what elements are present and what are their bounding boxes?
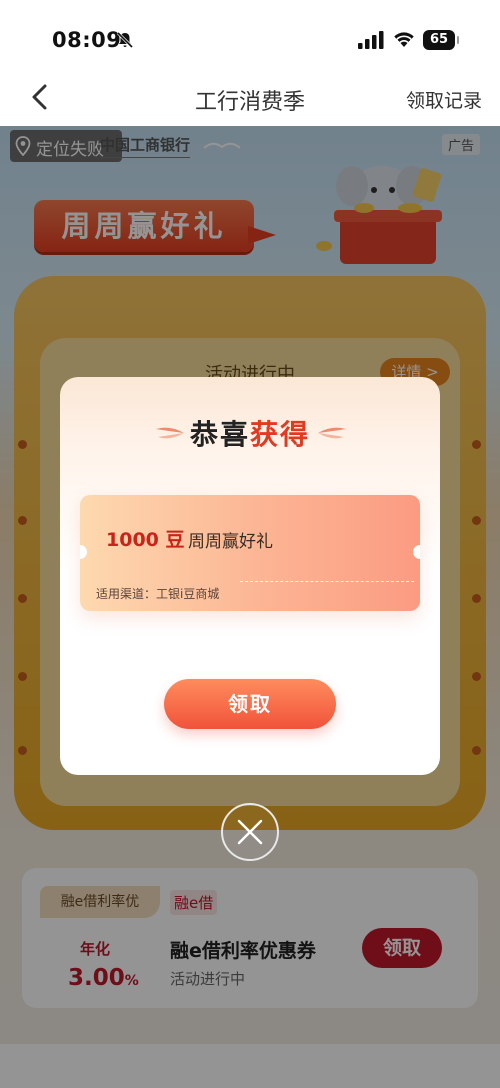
bell-muted-icon bbox=[116, 31, 134, 49]
close-modal-button[interactable] bbox=[221, 803, 279, 861]
modal-title: 恭喜获得 bbox=[60, 413, 440, 453]
reward-coupon: 1000 豆 周周赢好礼 适用渠道：工银i豆商城 bbox=[80, 495, 420, 611]
ribbon-right-icon bbox=[318, 427, 346, 439]
reward-modal: 恭喜获得 1000 豆 周周赢好礼 适用渠道：工银i豆商城 领取 bbox=[60, 377, 440, 775]
modal-title-highlight: 获得 bbox=[250, 418, 311, 451]
battery-icon: 65 bbox=[423, 30, 459, 50]
coupon-notch-right bbox=[413, 545, 420, 559]
status-time: 08:09 bbox=[52, 28, 122, 52]
coupon-divider bbox=[240, 581, 414, 582]
status-bar: 08:09 65 bbox=[0, 0, 500, 80]
coupon-amount: 1000 豆 bbox=[106, 529, 185, 551]
modal-title-prefix: 恭喜 bbox=[189, 418, 250, 451]
wifi-icon bbox=[394, 32, 414, 47]
coupon-name: 周周赢好礼 bbox=[188, 532, 273, 552]
signal-icon bbox=[358, 31, 384, 49]
claim-record-link[interactable]: 领取记录 bbox=[406, 86, 482, 113]
nav-bar: 工行消费季 领取记录 bbox=[0, 70, 500, 126]
coupon-notch-left bbox=[80, 545, 87, 559]
claim-button[interactable]: 领取 bbox=[164, 679, 336, 729]
close-icon bbox=[237, 819, 263, 845]
coupon-channel: 适用渠道：工银i豆商城 bbox=[96, 587, 220, 601]
